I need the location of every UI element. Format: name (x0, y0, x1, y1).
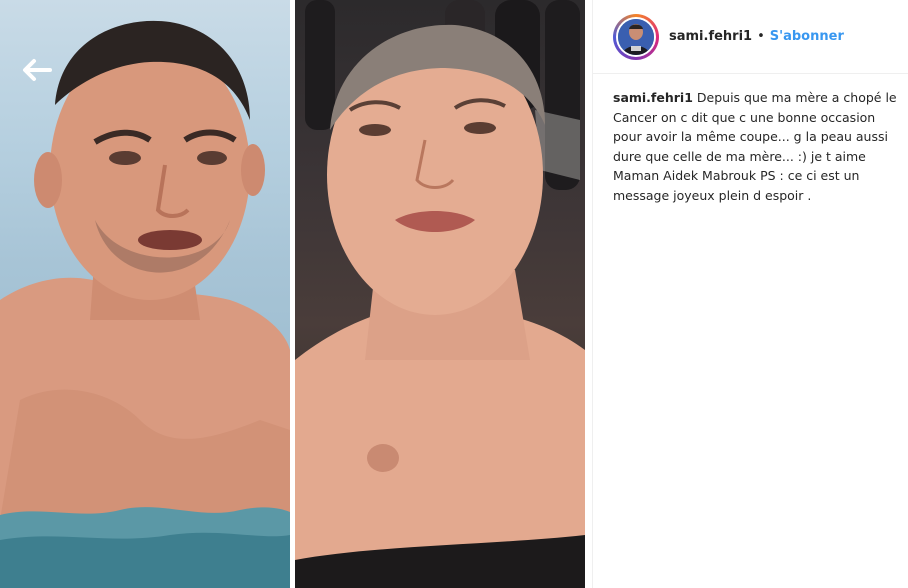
author-username[interactable]: sami.fehri1 (669, 29, 752, 44)
post-sidebar: sami.fehri1 • S'abonner sami.fehri1 Depui… (592, 0, 908, 588)
post-media (0, 0, 592, 588)
follow-button[interactable]: S'abonner (770, 29, 844, 44)
avatar-story-ring[interactable] (613, 13, 659, 60)
post-header: sami.fehri1 • S'abonner (593, 0, 908, 74)
avatar (616, 16, 656, 57)
photo-man (0, 0, 290, 588)
caption-username[interactable]: sami.fehri1 (613, 90, 693, 105)
photo-woman-illustration (295, 0, 585, 588)
avatar-image (618, 18, 654, 55)
post-caption: sami.fehri1 Depuis que ma mère a chopé le… (613, 88, 897, 205)
header-text: sami.fehri1 • S'abonner (669, 29, 844, 44)
separator-dot: • (757, 29, 765, 44)
photo-man-illustration (0, 20, 290, 588)
arrow-left-icon[interactable] (20, 56, 54, 84)
photo-woman (295, 0, 585, 588)
caption-text: Depuis que ma mère a chopé le Cancer on … (613, 90, 897, 203)
instagram-post: sami.fehri1 • S'abonner sami.fehri1 Depui… (0, 0, 908, 588)
